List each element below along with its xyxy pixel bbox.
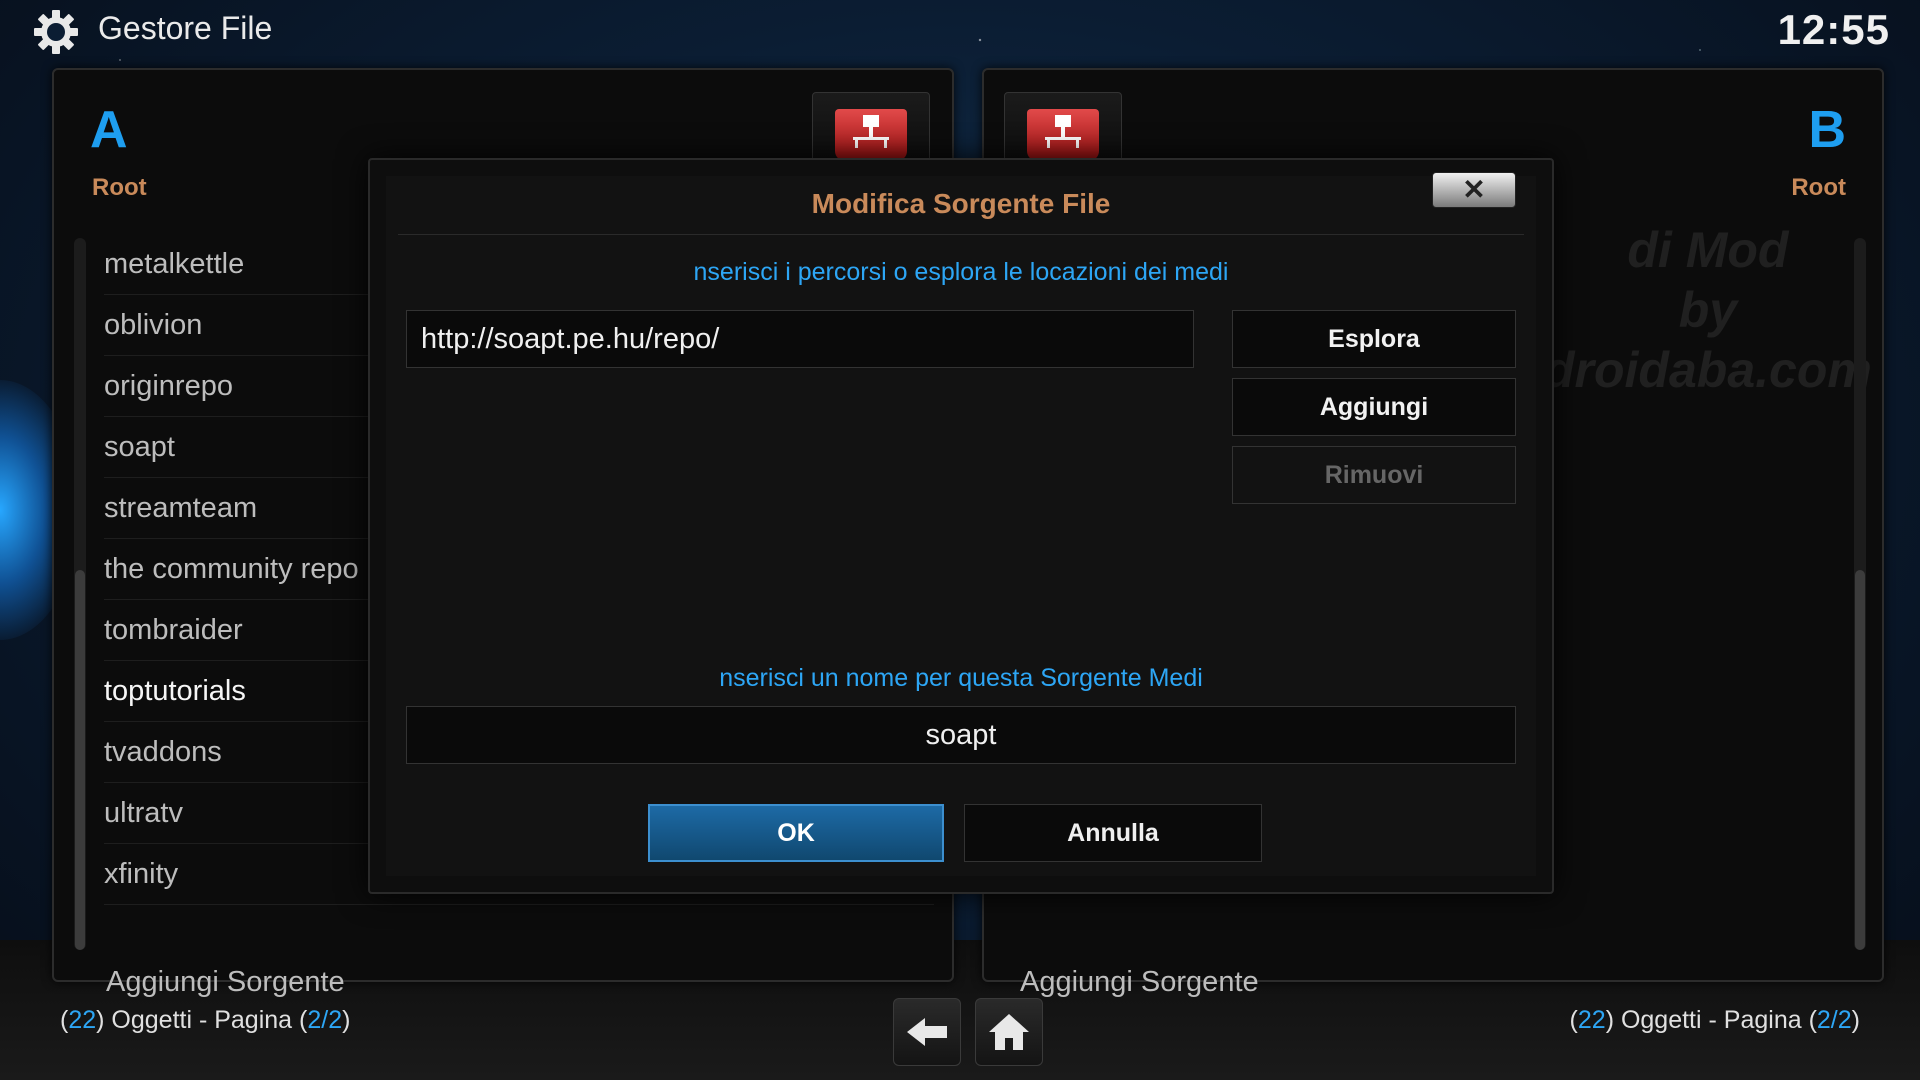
home-icon [989, 1014, 1029, 1050]
app-title: Gestore File [98, 10, 273, 46]
back-arrow-icon [907, 1018, 947, 1046]
back-button[interactable] [893, 998, 961, 1066]
panel-a-path: Root [92, 174, 147, 201]
path-input[interactable]: http://soapt.pe.hu/repo/ [406, 310, 1194, 368]
panel-b-path: Root [1791, 174, 1846, 201]
item-count-right: (22) Oggetti - Pagina (2/2) [1569, 1006, 1860, 1034]
divider [398, 234, 1524, 235]
path-prompt: nserisci i percorsi o esplora le locazio… [693, 258, 1229, 286]
gear-icon [34, 10, 78, 54]
name-prompt: nserisci un nome per questa Sorgente Med… [719, 664, 1203, 692]
cancel-button[interactable]: Annulla [964, 804, 1262, 862]
ok-button[interactable]: OK [648, 804, 944, 862]
close-icon: ✕ [1462, 174, 1486, 205]
item-count-left: (22) Oggetti - Pagina (2/2) [60, 1006, 351, 1034]
close-button[interactable]: ✕ [1432, 172, 1516, 208]
add-source-item-a[interactable]: Aggiungi Sorgente [106, 966, 345, 999]
add-button[interactable]: Aggiungi [1232, 378, 1516, 436]
panel-a-scrollbar[interactable] [74, 238, 86, 950]
add-source-item-b[interactable]: Aggiungi Sorgente [1020, 966, 1259, 999]
dialog-title: Modifica Sorgente File [811, 188, 1111, 219]
home-button[interactable] [975, 998, 1043, 1066]
panel-a-letter: A [90, 101, 128, 159]
clock: 12:55 [1777, 6, 1890, 53]
browse-button[interactable]: Esplora [1232, 310, 1516, 368]
edit-source-dialog: Modifica Sorgente File ✕ nserisci i perc… [368, 158, 1554, 894]
remove-button[interactable]: Rimuovi [1232, 446, 1516, 504]
panel-b-letter: B [1808, 101, 1846, 159]
source-name-input[interactable]: soapt [406, 706, 1516, 764]
panel-b-scrollbar[interactable] [1854, 238, 1866, 950]
watermark: di Mod by droidaba.com [1544, 222, 1872, 398]
